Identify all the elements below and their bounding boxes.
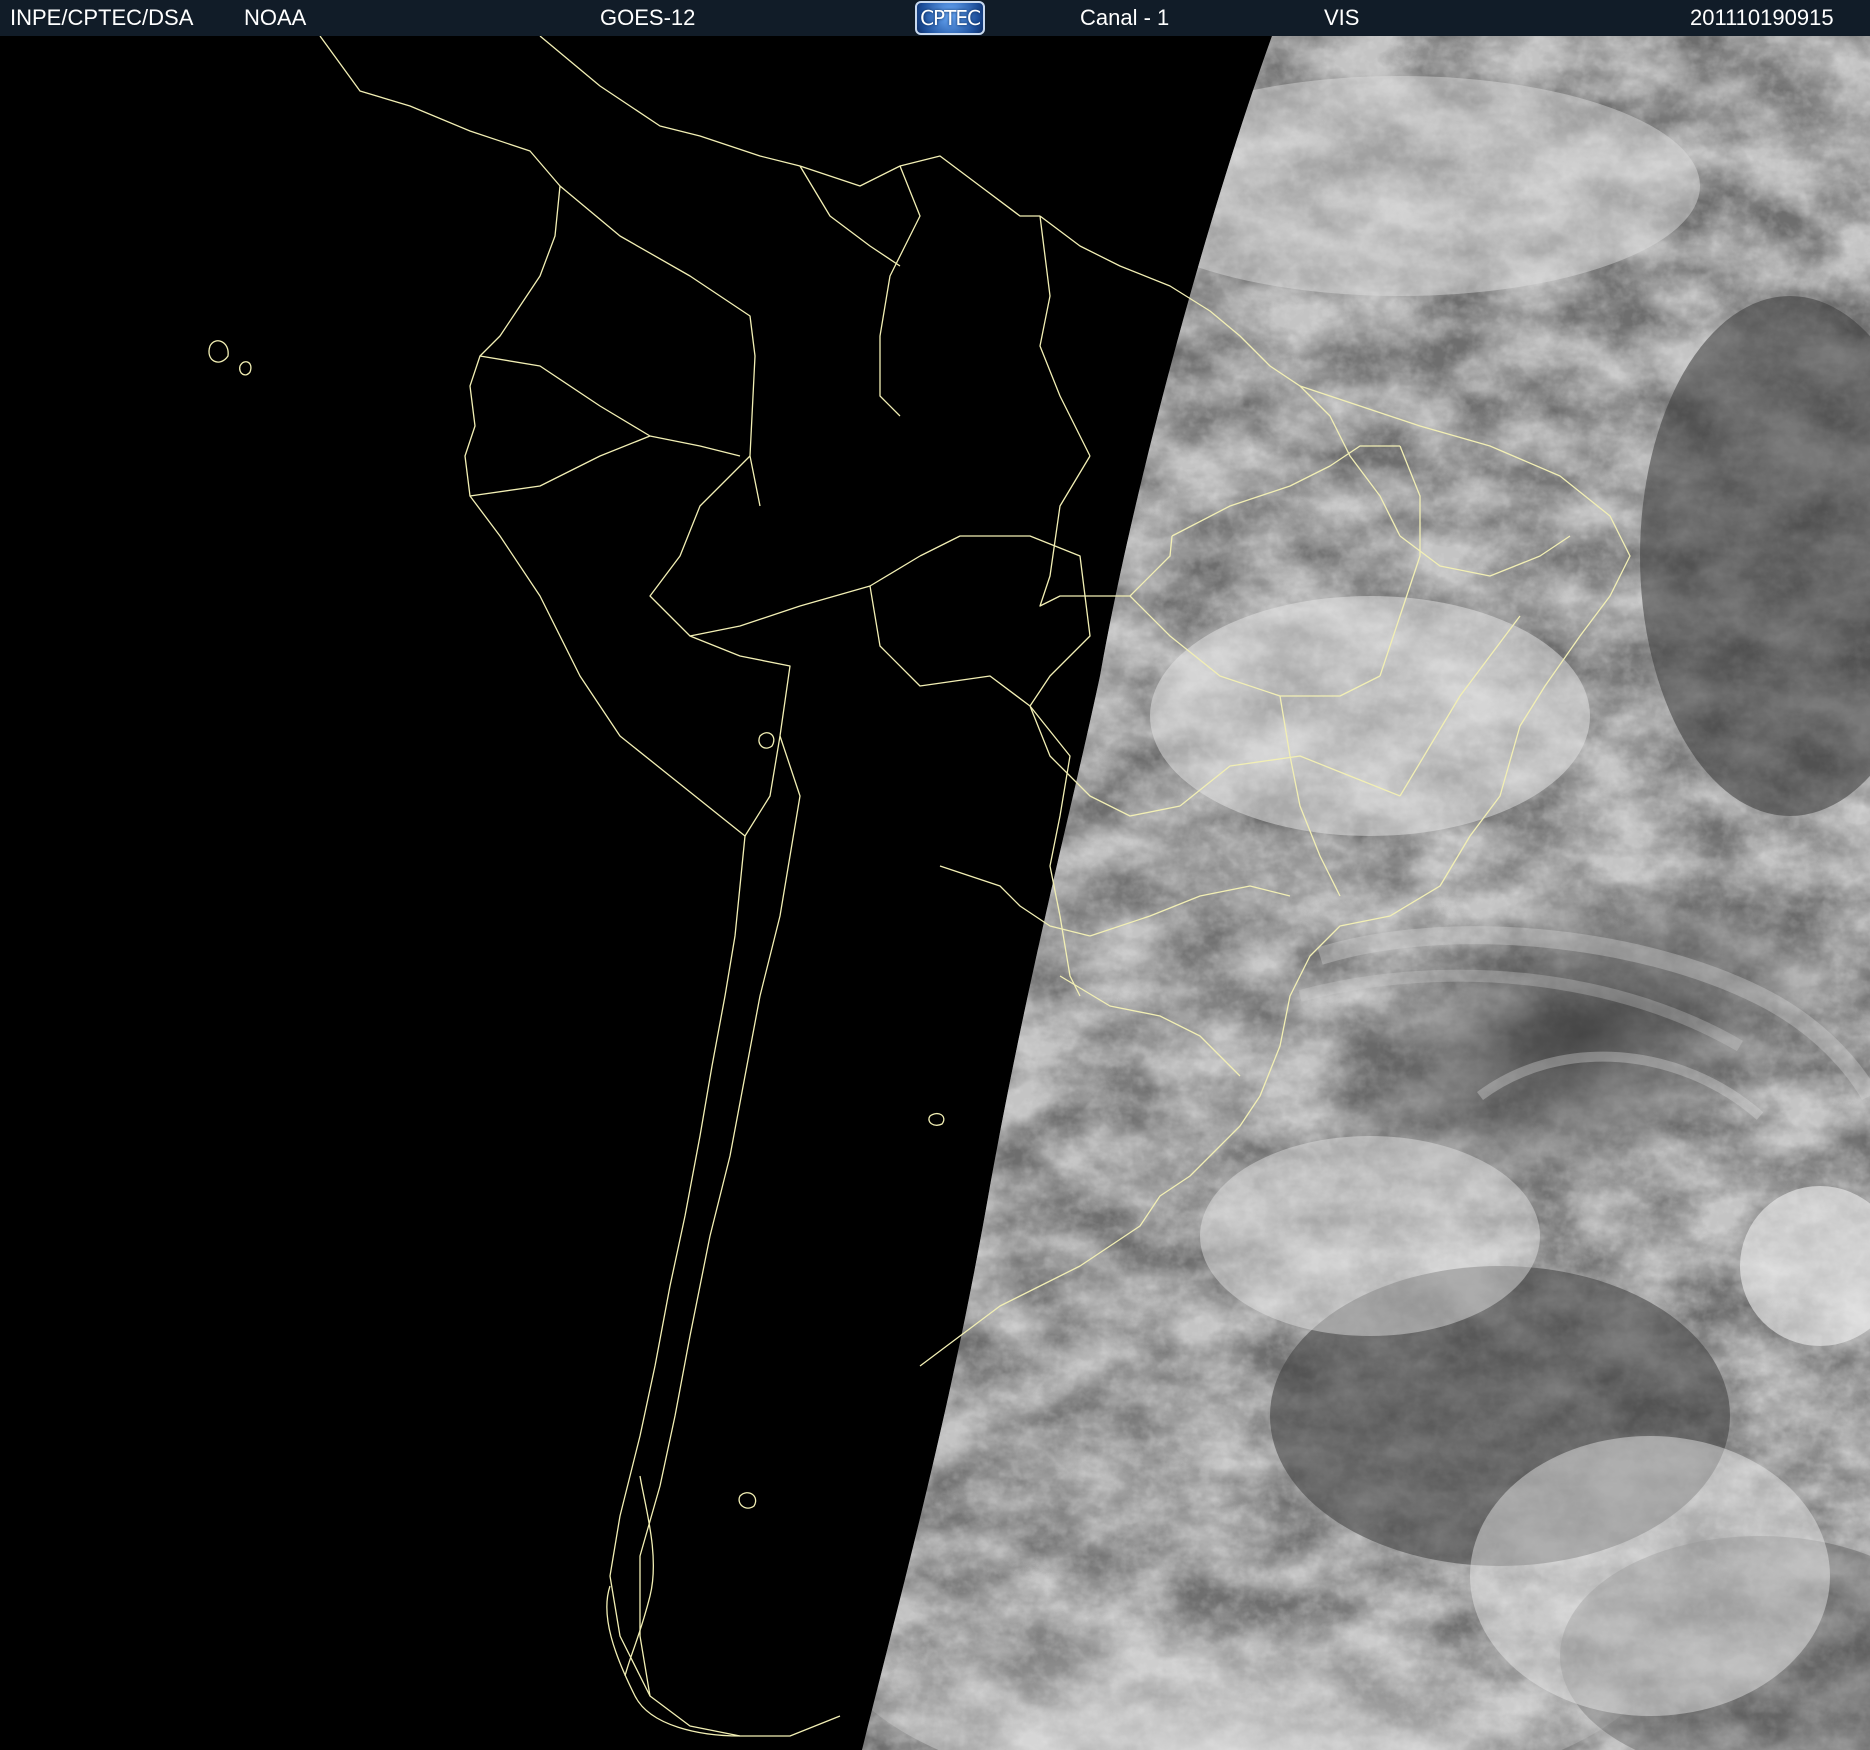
satellite-label: GOES-12 xyxy=(600,5,696,30)
image-header-bar: INPE/CPTEC/DSA NOAA GOES-12 CPTEC Canal … xyxy=(0,0,1870,36)
institution-label: INPE/CPTEC/DSA xyxy=(10,5,194,30)
logo-text: CPTEC xyxy=(920,6,981,30)
satellite-image-svg xyxy=(0,36,1870,1750)
satellite-image xyxy=(0,36,1870,1750)
timestamp-label: 201110190915 xyxy=(1690,5,1834,30)
band-label: VIS xyxy=(1324,5,1360,30)
channel-label: Canal - 1 xyxy=(1080,5,1170,30)
agency-label: NOAA xyxy=(244,5,307,30)
cptec-logo-icon: CPTEC xyxy=(915,1,985,35)
